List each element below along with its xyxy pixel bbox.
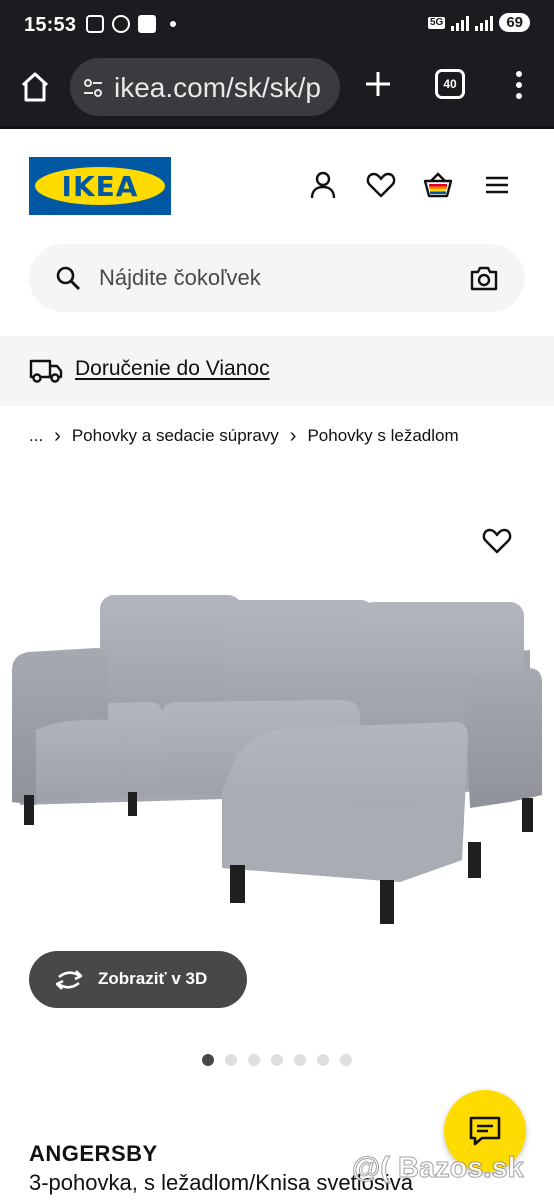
logo-text: IKEA: [61, 170, 139, 203]
view-in-3d-label: Zobraziť v 3D: [98, 969, 208, 988]
chevron-right-icon: ›: [289, 424, 297, 447]
product-name: ANGERSBY: [29, 1141, 158, 1166]
status-bar: 15:53 5G 69: [0, 0, 554, 52]
heart-icon[interactable]: [366, 170, 396, 200]
breadcrumb-ellipsis[interactable]: ...: [29, 426, 43, 446]
task-check-icon: [138, 15, 156, 33]
delivery-banner: Doručenie do Vianoc: [0, 336, 554, 406]
search-bar[interactable]: [29, 244, 525, 312]
more-vert-icon[interactable]: [510, 68, 528, 102]
home-icon[interactable]: [18, 70, 52, 104]
add-to-wishlist-icon[interactable]: [482, 527, 512, 555]
truck-icon: [29, 359, 63, 383]
user-icon[interactable]: [308, 170, 338, 200]
breadcrumb: ... › Pohovky a sedacie súpravy › Pohovk…: [29, 426, 459, 446]
carousel-dot[interactable]: [317, 1054, 329, 1066]
search-input[interactable]: [99, 259, 459, 297]
new-tab-icon[interactable]: [362, 68, 394, 100]
chrome-icon: [112, 15, 130, 33]
address-bar[interactable]: ikea.com/sk/sk/p: [70, 58, 340, 116]
camera-icon[interactable]: [469, 264, 499, 292]
status-time: 15:53: [24, 14, 77, 36]
watermark: @( Bazos.sk: [352, 1152, 525, 1185]
system-icons: 5G 69: [427, 13, 530, 32]
delivery-link[interactable]: Doručenie do Vianoc: [75, 357, 270, 381]
basket-icon[interactable]: [423, 170, 453, 200]
battery-level: 69: [499, 13, 530, 32]
signal-icon-2: [475, 15, 494, 31]
product-image[interactable]: [0, 570, 554, 950]
screen-record-icon: [86, 15, 104, 33]
carousel-dot[interactable]: [248, 1054, 260, 1066]
url-text[interactable]: ikea.com/sk/sk/p: [114, 72, 321, 104]
view-in-3d-button[interactable]: Zobraziť v 3D: [29, 951, 247, 1008]
carousel-dot[interactable]: [202, 1054, 214, 1066]
carousel-dot[interactable]: [294, 1054, 306, 1066]
browser-toolbar: ikea.com/sk/sk/p 40: [0, 52, 554, 128]
rotate-3d-icon: [55, 970, 83, 990]
chevron-right-icon: ›: [54, 424, 61, 447]
more-notifications-icon: [170, 21, 176, 27]
hamburger-menu-icon[interactable]: [482, 170, 512, 200]
notification-icons: [86, 15, 176, 33]
search-icon[interactable]: [55, 265, 81, 291]
site-settings-icon[interactable]: [82, 77, 104, 99]
chat-icon: [469, 1116, 501, 1146]
ikea-logo[interactable]: IKEA: [29, 157, 171, 215]
image-carousel-dots: [202, 1054, 352, 1066]
toolbar-divider: [0, 126, 554, 129]
tab-switcher-button[interactable]: 40: [435, 69, 465, 99]
signal-icon: [451, 15, 470, 31]
carousel-dot[interactable]: [271, 1054, 283, 1066]
carousel-dot[interactable]: [225, 1054, 237, 1066]
carousel-dot[interactable]: [340, 1054, 352, 1066]
breadcrumb-item-chaise-sofas[interactable]: Pohovky s ležadlom: [307, 426, 458, 446]
breadcrumb-item-sofas[interactable]: Pohovky a sedacie súpravy: [72, 426, 279, 446]
network-type: 5G: [427, 16, 446, 29]
